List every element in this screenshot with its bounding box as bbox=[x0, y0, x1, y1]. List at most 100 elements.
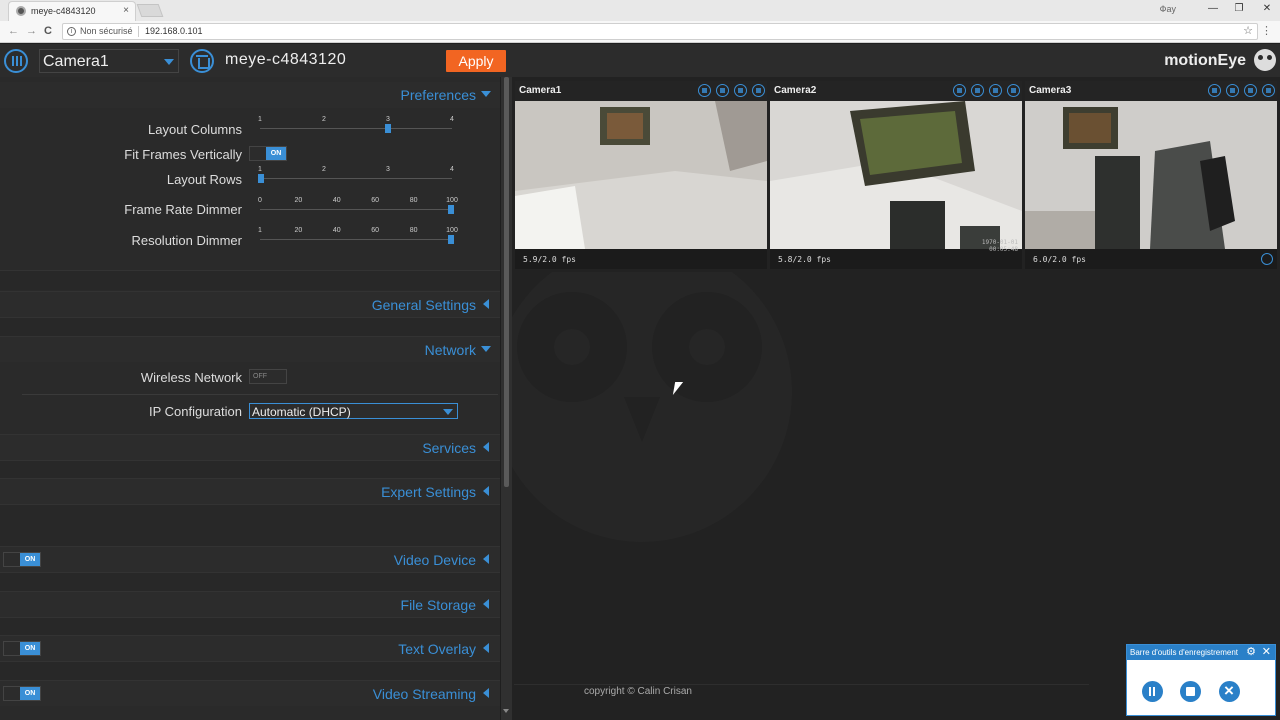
section-text-overlay[interactable]: ON Text Overlay bbox=[0, 635, 500, 661]
frame-rate-dimmer-slider[interactable]: 0 20 40 60 80 100 bbox=[258, 197, 458, 215]
fullscreen-icon[interactable] bbox=[698, 84, 711, 97]
window-minimize-button[interactable]: — bbox=[1206, 3, 1220, 14]
camera-select[interactable]: Camera1 bbox=[39, 49, 179, 73]
camera-frame-3[interactable]: Camera3 6.0/2.0 fps bbox=[1025, 81, 1277, 269]
play-icon[interactable] bbox=[989, 84, 1002, 97]
resolution-dimmer-label: Resolution Dimmer bbox=[131, 233, 242, 248]
slider-tick-label: 100 bbox=[446, 197, 458, 204]
section-general-settings[interactable]: General Settings bbox=[0, 291, 500, 317]
video-streaming-toggle[interactable]: ON bbox=[3, 686, 41, 701]
stop-recording-button[interactable] bbox=[1180, 681, 1201, 702]
cancel-recording-button[interactable] bbox=[1219, 681, 1240, 702]
fit-frames-toggle[interactable]: ON bbox=[249, 146, 287, 161]
bookmark-star-icon[interactable]: ☆ bbox=[1243, 24, 1253, 37]
device-name: meye-c4843120 bbox=[225, 51, 347, 68]
copyright-text: copyright © Calin Crisan bbox=[584, 686, 692, 697]
camera-frame-1[interactable]: Camera1 5.9/2.0 fps bbox=[515, 81, 767, 269]
slider-tick-label: 1 bbox=[258, 166, 262, 173]
slider-handle[interactable] bbox=[448, 235, 454, 244]
url-omnibox[interactable]: i Non sécurisé 192.168.0.101 ☆ bbox=[62, 23, 1258, 40]
section-network[interactable]: Network bbox=[0, 336, 500, 362]
camera-image-1 bbox=[515, 101, 767, 249]
section-services[interactable]: Services bbox=[0, 434, 500, 460]
wrench-icon[interactable] bbox=[1007, 84, 1020, 97]
resolution-dimmer-slider[interactable]: 1 20 40 60 80 100 bbox=[258, 227, 458, 245]
scroll-down-icon[interactable] bbox=[503, 709, 509, 713]
window-maximize-button[interactable]: ❐ bbox=[1232, 3, 1246, 14]
browser-tab-bar: meye-c4843120 × Фay — ❐ ✕ bbox=[0, 0, 1280, 21]
slider-tick-label: 80 bbox=[409, 227, 418, 234]
section-video-device[interactable]: ON Video Device bbox=[0, 546, 500, 572]
camera-image-3 bbox=[1025, 101, 1277, 249]
scrollbar-thumb[interactable] bbox=[504, 77, 509, 487]
layout-columns-slider[interactable]: 1 2 3 4 bbox=[258, 116, 454, 134]
section-expert-settings[interactable]: Expert Settings bbox=[0, 478, 500, 504]
slider-handle[interactable] bbox=[384, 124, 391, 133]
settings-scrollbar[interactable] bbox=[501, 77, 512, 720]
tab-close-icon[interactable]: × bbox=[123, 5, 129, 16]
media-browser-icon[interactable] bbox=[1226, 84, 1239, 97]
forward-arrow-icon[interactable]: → bbox=[26, 25, 37, 37]
slider-tick-label: 40 bbox=[332, 197, 341, 204]
chevron-left-icon bbox=[483, 688, 489, 698]
recording-toolbar-title: Barre d'outils d'enregistrement bbox=[1130, 648, 1238, 657]
back-arrow-icon[interactable]: ← bbox=[8, 25, 19, 37]
browser-menu-icon[interactable]: ⋮ bbox=[1261, 24, 1272, 37]
ip-configuration-label: IP Configuration bbox=[149, 404, 242, 419]
camera-image-2 bbox=[770, 101, 1022, 249]
window-close-button[interactable]: ✕ bbox=[1260, 3, 1274, 14]
pause-recording-button[interactable] bbox=[1142, 681, 1163, 702]
ip-configuration-select[interactable]: Automatic (DHCP) bbox=[249, 403, 458, 419]
settings-menu-icon[interactable] bbox=[4, 49, 28, 73]
slider-handle[interactable] bbox=[258, 174, 264, 183]
slider-tick-label: 20 bbox=[294, 227, 303, 234]
brand-name: motionEye bbox=[1164, 52, 1246, 69]
wireless-network-toggle[interactable]: OFF bbox=[249, 369, 287, 384]
section-video-streaming[interactable]: ON Video Streaming bbox=[0, 680, 500, 706]
reload-icon[interactable]: C bbox=[44, 25, 52, 37]
wrench-icon[interactable] bbox=[752, 84, 765, 97]
layout-rows-slider[interactable]: 1 2 3 4 bbox=[258, 166, 454, 184]
play-icon[interactable] bbox=[1244, 84, 1257, 97]
play-icon[interactable] bbox=[734, 84, 747, 97]
security-status[interactable]: Non sécurisé bbox=[80, 26, 133, 36]
info-icon[interactable]: i bbox=[67, 27, 76, 36]
fullscreen-icon[interactable] bbox=[1208, 84, 1221, 97]
wrench-icon[interactable] bbox=[1262, 84, 1275, 97]
omnibox-separator bbox=[138, 26, 139, 37]
slider-tick-label: 40 bbox=[332, 227, 341, 234]
slider-handle[interactable] bbox=[448, 205, 454, 214]
section-spacer bbox=[0, 661, 500, 680]
layout-columns-label: Layout Columns bbox=[148, 122, 242, 137]
recording-toolbar-title-bar[interactable]: Barre d'outils d'enregistrement ⚙ ✕ bbox=[1127, 645, 1275, 660]
video-device-toggle[interactable]: ON bbox=[3, 552, 41, 567]
slider-track bbox=[260, 178, 452, 179]
chevron-left-icon bbox=[483, 299, 489, 309]
fps-readout: 5.8/2.0 fps bbox=[778, 255, 831, 264]
browser-tab[interactable]: meye-c4843120 × bbox=[8, 1, 136, 21]
fullscreen-icon[interactable] bbox=[953, 84, 966, 97]
section-spacer bbox=[0, 460, 500, 479]
url-text[interactable]: 192.168.0.101 bbox=[145, 26, 203, 36]
slider-tick-label: 4 bbox=[450, 166, 454, 173]
slider-tick-label: 1 bbox=[258, 227, 262, 234]
camera-frame-buttons bbox=[948, 84, 1020, 102]
slider-tick-label: 60 bbox=[371, 227, 380, 234]
camera-frame-2[interactable]: Camera2 5.8/2.0 fps 1970-01-01 00:05:48 bbox=[770, 81, 1022, 269]
camera-overlay-timestamp: 1970-01-01 00:05:48 bbox=[981, 239, 1018, 253]
camera-status-icon[interactable] bbox=[1261, 253, 1273, 265]
browser-user-badge[interactable]: Фay bbox=[1160, 4, 1176, 14]
section-title: General Settings bbox=[371, 297, 476, 313]
apply-button[interactable]: Apply bbox=[446, 50, 506, 72]
media-browser-icon[interactable] bbox=[971, 84, 984, 97]
media-browser-icon[interactable] bbox=[716, 84, 729, 97]
new-tab-button[interactable] bbox=[136, 4, 164, 17]
text-overlay-toggle[interactable]: ON bbox=[3, 641, 41, 656]
gear-icon[interactable]: ⚙ bbox=[1246, 645, 1256, 658]
remove-camera-trash-icon[interactable] bbox=[190, 49, 214, 73]
close-icon[interactable]: ✕ bbox=[1262, 645, 1271, 658]
section-preferences[interactable]: Preferences bbox=[0, 82, 500, 108]
slider-ticks: 0 20 40 60 80 100 bbox=[258, 197, 458, 205]
chevron-down-icon bbox=[481, 346, 491, 352]
section-file-storage[interactable]: File Storage bbox=[0, 591, 500, 617]
